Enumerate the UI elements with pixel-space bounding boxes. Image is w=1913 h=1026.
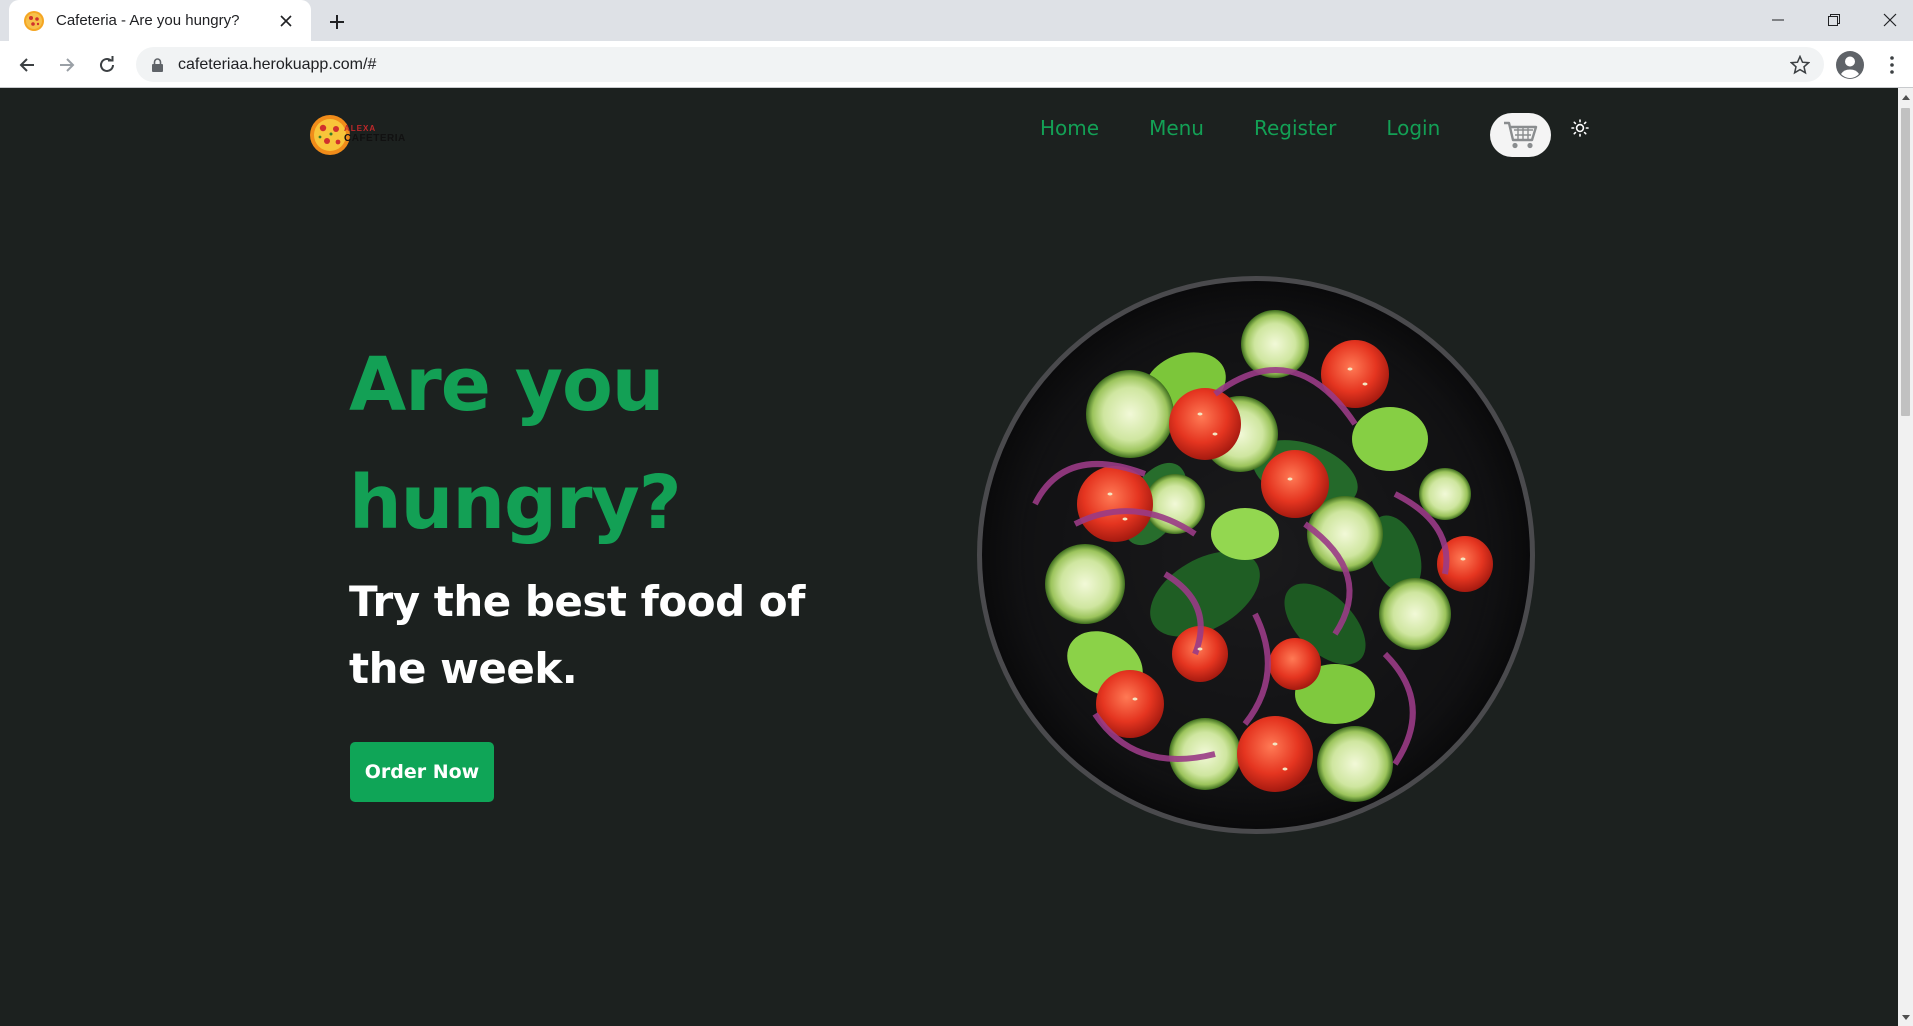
sun-icon	[1571, 119, 1589, 137]
minimize-button[interactable]	[1758, 4, 1798, 36]
page-content: ALEXA CAFETERIA Home Menu Register Login…	[0, 88, 1898, 1026]
forward-icon	[60, 58, 75, 72]
browser-menu-button[interactable]	[1880, 50, 1904, 80]
logo-text: ALEXA CAFETERIA	[344, 124, 406, 144]
profile-icon[interactable]	[1835, 50, 1865, 80]
browser-tab-bar: Cafeteria - Are you hungry?	[0, 0, 1913, 41]
nav-login[interactable]: Login	[1386, 116, 1440, 140]
close-window-button[interactable]	[1870, 4, 1910, 36]
hero-subtitle: Try the best food of the week.	[349, 577, 805, 693]
back-icon	[19, 58, 34, 72]
lock-icon[interactable]	[150, 57, 164, 72]
tab-title: Cafeteria - Are you hungry?	[56, 12, 240, 29]
restore-button[interactable]	[1814, 4, 1854, 36]
reload-button[interactable]	[90, 48, 124, 82]
order-now-button[interactable]: Order Now	[350, 742, 494, 802]
nav-menu[interactable]: Menu	[1149, 116, 1204, 140]
page-scrollbar[interactable]	[1898, 88, 1913, 1026]
plus-icon	[330, 15, 344, 29]
menu-icon	[1890, 56, 1894, 74]
main-nav: Home Menu Register Login	[1040, 116, 1490, 140]
url-text[interactable]: cafeteriaa.herokuapp.com/#	[178, 56, 376, 74]
scroll-up-arrow-icon[interactable]	[1901, 92, 1910, 102]
address-bar[interactable]: cafeteriaa.herokuapp.com/#	[136, 47, 1824, 82]
browser-toolbar: cafeteriaa.herokuapp.com/#	[0, 41, 1913, 88]
restore-icon	[1828, 14, 1840, 26]
pizza-favicon-icon	[24, 10, 44, 31]
cart-icon	[1503, 121, 1537, 149]
cart-button[interactable]	[1490, 113, 1551, 157]
logo-line2: CAFETERIA	[344, 133, 406, 144]
forward-button[interactable]	[50, 48, 84, 82]
close-icon[interactable]	[275, 10, 297, 32]
theme-toggle-button[interactable]	[1568, 116, 1592, 140]
scroll-down-arrow-icon[interactable]	[1901, 1012, 1910, 1022]
salad-bowl-image	[977, 276, 1535, 834]
star-icon[interactable]	[1790, 55, 1810, 75]
minimize-icon	[1772, 19, 1784, 21]
scrollbar-thumb[interactable]	[1901, 108, 1910, 416]
browser-tab[interactable]: Cafeteria - Are you hungry?	[9, 0, 311, 41]
nav-home[interactable]: Home	[1040, 116, 1099, 140]
back-button[interactable]	[10, 48, 44, 82]
new-tab-button[interactable]	[323, 8, 351, 36]
reload-icon	[100, 56, 114, 72]
site-logo[interactable]: ALEXA CAFETERIA	[308, 112, 405, 158]
hero-title: Are you hungry?	[349, 342, 682, 546]
nav-register[interactable]: Register	[1254, 116, 1336, 140]
close-window-icon	[1883, 13, 1897, 27]
